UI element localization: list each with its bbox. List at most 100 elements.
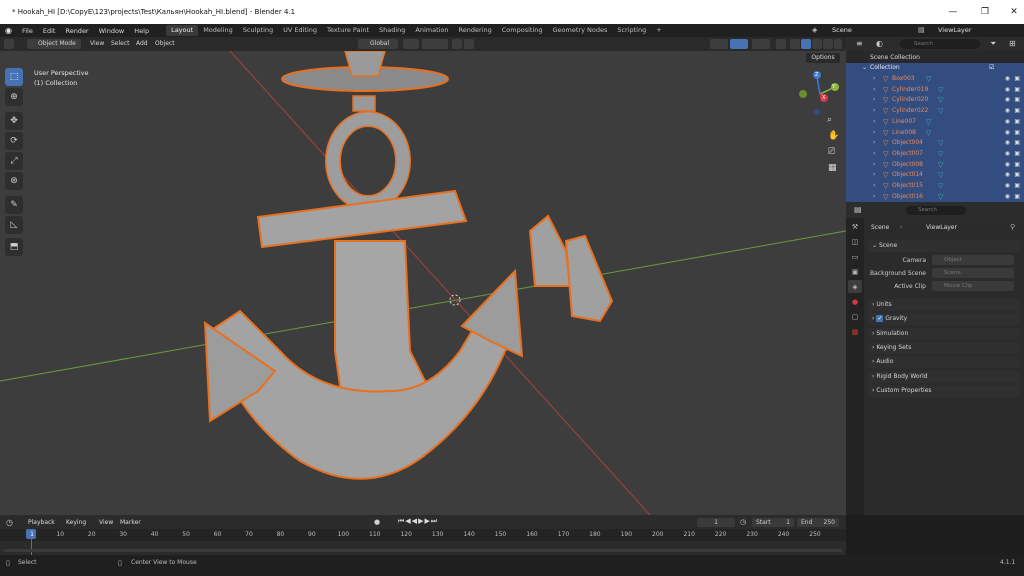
section-scene[interactable]: ⌄ Scene	[868, 240, 1020, 252]
render-camera-icon[interactable]: ▣	[1014, 128, 1020, 139]
render-camera-icon[interactable]: ▣	[1014, 95, 1020, 106]
pin-icon[interactable]: ⚲	[1010, 223, 1015, 231]
outliner-item[interactable]: › ▽ Object004 ▽ ◉ ▣	[846, 138, 1024, 149]
end-frame-field[interactable]: End 250	[797, 518, 839, 527]
camera-view-icon[interactable]: ⎚	[828, 147, 835, 157]
shading-options-icon[interactable]	[834, 39, 842, 49]
transform-icon[interactable]: ⊛	[5, 172, 23, 190]
current-frame-field[interactable]: 1	[697, 518, 735, 527]
ortho-grid-icon[interactable]: ▦	[828, 163, 837, 173]
menu-file[interactable]: File	[17, 27, 38, 35]
section-custom-properties[interactable]: › Custom Properties	[868, 385, 1020, 397]
outliner-item[interactable]: › ▽ Box003 ▽ ◉ ▣	[846, 74, 1024, 85]
annotate-icon[interactable]: ✎	[5, 196, 23, 214]
measure-icon[interactable]: ◺	[5, 216, 23, 234]
section-units[interactable]: › Units	[868, 299, 1020, 311]
proportional-edit-icon[interactable]	[452, 39, 462, 49]
render-camera-icon[interactable]: ▣	[1014, 149, 1020, 160]
outliner-item[interactable]: › ▽ Line007 ▽ ◉ ▣	[846, 117, 1024, 128]
outliner-item[interactable]: › ▽ Cylinder020 ▽ ◉ ▣	[846, 95, 1024, 106]
render-camera-icon[interactable]: ▣	[1014, 74, 1020, 85]
xray-icon[interactable]	[776, 39, 786, 49]
navigation-gizmo[interactable]	[795, 69, 845, 119]
outliner-item[interactable]: › ▽ Object008 ▽ ◉ ▣	[846, 160, 1024, 171]
tab-rendering[interactable]: Rendering	[454, 25, 497, 36]
minimize-icon[interactable]: —	[939, 0, 967, 24]
collection-checkbox[interactable]: ☑	[989, 64, 994, 71]
add-cube-icon[interactable]: ⬒	[5, 238, 23, 256]
outliner-search-input[interactable]: Search	[900, 39, 980, 49]
scene-icon[interactable]: ◈	[812, 26, 817, 34]
tab-animation[interactable]: Animation	[410, 25, 453, 36]
visibility-eye-icon[interactable]: ◉	[1005, 170, 1010, 181]
render-camera-icon[interactable]: ▣	[1014, 117, 1020, 128]
section-simulation[interactable]: › Simulation	[868, 328, 1020, 340]
gravity-checkbox[interactable]: ✓	[876, 315, 884, 322]
menu-window[interactable]: Window	[94, 27, 130, 35]
menu-object[interactable]: Object	[155, 39, 175, 49]
expand-arrow-icon[interactable]: ›	[873, 138, 875, 149]
playback-controls[interactable]: ⏮◀◀▶▶⏭	[398, 517, 438, 526]
camera-field[interactable]: Object	[932, 255, 1014, 265]
tab-sculpting[interactable]: Sculpting	[238, 25, 278, 36]
properties-editor-icon[interactable]: ▤	[854, 205, 862, 214]
scale-icon[interactable]: ⤢	[5, 152, 23, 170]
editor-type-icon[interactable]	[4, 39, 14, 49]
render-camera-icon[interactable]: ▣	[1014, 138, 1020, 149]
zoom-icon[interactable]: ⌕	[827, 115, 832, 125]
wireframe-shading-icon[interactable]	[790, 39, 800, 49]
maximize-icon[interactable]: ❐	[971, 0, 999, 24]
material-shading-icon[interactable]	[812, 39, 822, 49]
viewlayer-icon[interactable]: ▤	[918, 26, 925, 34]
auto-keying-icon[interactable]: ●	[374, 518, 380, 526]
rendered-shading-icon[interactable]	[823, 39, 833, 49]
expand-arrow-icon[interactable]: ›	[873, 95, 875, 106]
visibility-eye-icon[interactable]: ◉	[1005, 95, 1010, 106]
expand-arrow-icon[interactable]: ›	[873, 117, 875, 128]
section-keying-sets[interactable]: › Keying Sets	[868, 342, 1020, 354]
options-button[interactable]: Options	[806, 53, 840, 63]
timeline-editor-icon[interactable]: ◷	[6, 518, 13, 527]
visibility-eye-icon[interactable]: ◉	[1005, 117, 1010, 128]
expand-arrow-icon[interactable]: ›	[873, 170, 875, 181]
tab-scripting[interactable]: Scripting	[612, 25, 651, 36]
active-clip-field[interactable]: Movie Clip	[932, 281, 1014, 291]
expand-arrow-icon[interactable]: ›	[873, 85, 875, 96]
pan-hand-icon[interactable]: ✋	[828, 131, 839, 141]
select-box-icon[interactable]: ⬚	[5, 68, 23, 86]
viewlayer-field[interactable]: ViewLayer	[938, 26, 972, 34]
expand-arrow-icon[interactable]: ›	[873, 128, 875, 139]
cursor-icon[interactable]: ⊕	[5, 88, 23, 106]
visibility-eye-icon[interactable]: ◉	[1005, 160, 1010, 171]
blender-logo-icon[interactable]: ◉	[0, 26, 17, 35]
visibility-eye-icon[interactable]: ◉	[1005, 85, 1010, 96]
outliner-item[interactable]: › ▽ Object007 ▽ ◉ ▣	[846, 149, 1024, 160]
tab-texture-paint[interactable]: Texture Paint	[322, 25, 374, 36]
tool-tab-icon[interactable]: ⚒	[848, 220, 862, 233]
menu-select[interactable]: Select	[111, 39, 130, 49]
menu-keying[interactable]: Keying	[66, 519, 86, 526]
expand-arrow-icon[interactable]: ›	[873, 160, 875, 171]
menu-marker[interactable]: Marker	[120, 519, 141, 526]
scene-tab-icon[interactable]: ◈	[848, 280, 862, 293]
visibility-eye-icon[interactable]: ◉	[1005, 181, 1010, 192]
texture-tab-icon[interactable]: ▩	[848, 325, 862, 338]
menu-playback[interactable]: Playback	[28, 519, 55, 526]
render-camera-icon[interactable]: ▣	[1014, 170, 1020, 181]
properties-search-input[interactable]: Search	[906, 206, 966, 215]
rotate-icon[interactable]: ⟳	[5, 132, 23, 150]
outliner-item[interactable]: › ▽ Cylinder022 ▽ ◉ ▣	[846, 106, 1024, 117]
menu-edit[interactable]: Edit	[38, 27, 61, 35]
render-camera-icon[interactable]: ▣	[1014, 160, 1020, 171]
timeline-scrollbar[interactable]	[4, 549, 842, 552]
section-rigid-body-world[interactable]: › Rigid Body World	[868, 371, 1020, 383]
world-tab-icon[interactable]: ●	[848, 295, 862, 308]
add-workspace-icon[interactable]: +	[651, 25, 666, 36]
move-icon[interactable]: ✥	[5, 112, 23, 130]
expand-arrow-icon[interactable]: ›	[873, 149, 875, 160]
scene-field[interactable]: Scene	[832, 26, 852, 34]
expand-arrow-icon[interactable]: ›	[873, 192, 875, 203]
snap-icon[interactable]	[422, 39, 448, 49]
render-camera-icon[interactable]: ▣	[1014, 192, 1020, 203]
collection-tab-icon[interactable]: ▢	[848, 310, 862, 323]
